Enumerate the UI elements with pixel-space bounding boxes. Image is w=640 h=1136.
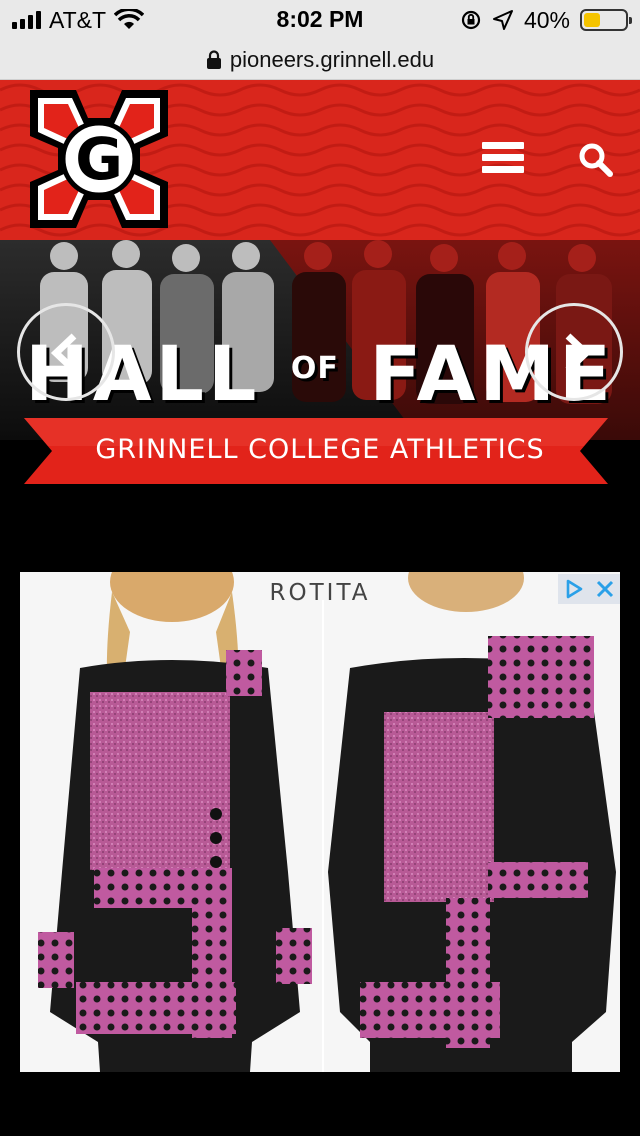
carousel-next-button[interactable]: [525, 303, 623, 401]
hamburger-menu-icon[interactable]: [482, 142, 524, 178]
logo-letter: G: [75, 125, 123, 193]
site-header: G: [0, 80, 640, 240]
page-bottom-area: [0, 1072, 640, 1136]
carousel-prev-button[interactable]: [17, 303, 115, 401]
search-icon[interactable]: [578, 142, 614, 178]
battery-icon: [580, 9, 632, 31]
status-bar: AT&T 8:02 PM 40%: [0, 0, 640, 40]
ad-brand-name: ROTITA: [269, 580, 371, 606]
address-bar[interactable]: pioneers.grinnell.edu: [0, 40, 640, 80]
hero-title-of: OF: [290, 351, 339, 386]
battery-fill: [584, 13, 600, 27]
advertisement[interactable]: ROTITA: [20, 572, 620, 1072]
ad-divider: [322, 600, 324, 1072]
orientation-lock-icon: [461, 10, 481, 30]
battery-percent: 40%: [523, 6, 570, 33]
hero-subtitle: GRINNELL COLLEGE ATHLETICS: [95, 434, 545, 465]
ad-choices[interactable]: [558, 574, 620, 604]
grinnell-logo[interactable]: G: [28, 88, 170, 230]
adchoices-icon[interactable]: [558, 574, 589, 604]
url-text: pioneers.grinnell.edu: [229, 46, 435, 72]
chevron-right-icon: [565, 333, 592, 373]
ad-product-image: [38, 572, 616, 1072]
lock-icon: [206, 49, 221, 69]
close-icon[interactable]: [589, 574, 620, 604]
location-icon: [492, 10, 513, 30]
chevron-left-icon: [50, 333, 77, 373]
status-right: 40%: [460, 6, 632, 34]
